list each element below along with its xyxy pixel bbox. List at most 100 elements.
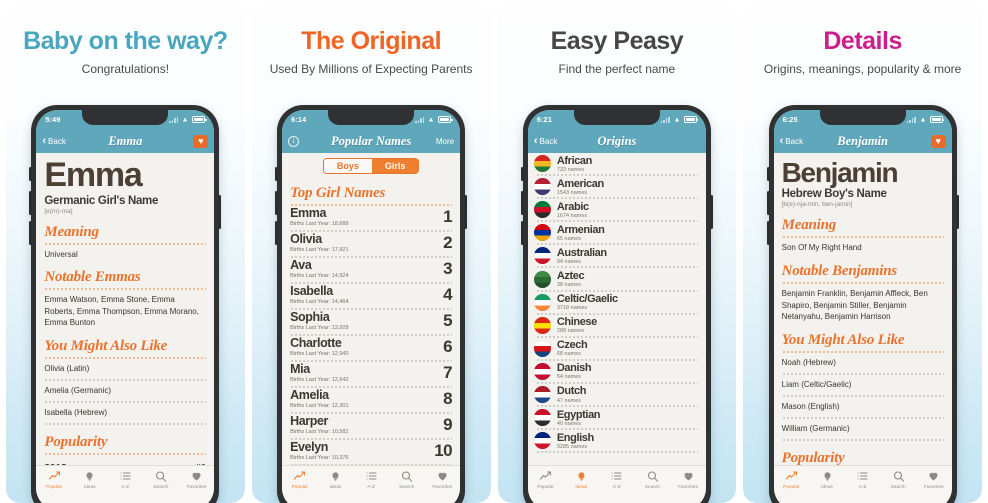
nav-right[interactable]: ♥ <box>912 134 946 148</box>
favorite-heart-button[interactable]: ♥ <box>930 134 946 148</box>
chart-line-icon[interactable] <box>528 469 564 483</box>
chart-line-icon[interactable] <box>36 469 72 483</box>
volume-button[interactable] <box>766 191 770 215</box>
lightbulb-icon[interactable] <box>563 469 599 483</box>
origin-row[interactable]: Czech 68 names <box>528 338 706 359</box>
tab-favorites[interactable]: Favorites <box>179 469 215 489</box>
volume-button[interactable] <box>766 167 770 181</box>
rank-row[interactable]: Emma Births Last Year: 18,688 1 <box>290 206 452 228</box>
volume-button[interactable] <box>29 167 33 181</box>
rank-row[interactable]: Olivia Births Last Year: 17,921 2 <box>290 232 452 254</box>
magnifier-icon[interactable] <box>389 469 425 483</box>
rank-row[interactable]: Harper Births Last Year: 10,582 9 <box>290 414 452 436</box>
origin-row[interactable]: Danish 54 names <box>528 361 706 382</box>
magnifier-icon[interactable] <box>143 469 179 483</box>
tab-search[interactable]: Search <box>880 469 916 489</box>
list-icon[interactable] <box>353 469 389 483</box>
origin-row[interactable]: American 1543 names <box>528 176 706 197</box>
tab-popular[interactable]: Popular <box>774 469 810 489</box>
origin-row[interactable]: Celtic/Gaelic 3718 names <box>528 292 706 313</box>
rank-row[interactable]: Sophia Births Last Year: 13,928 5 <box>290 310 452 332</box>
nav-right[interactable]: ♥ <box>174 134 209 148</box>
tab-search[interactable]: Search <box>143 469 179 489</box>
volume-button[interactable] <box>520 191 524 215</box>
origin-row[interactable]: English 9285 names <box>528 430 706 451</box>
rank-row[interactable]: Evelyn Births Last Year: 10,376 10 <box>290 440 452 462</box>
tab-a-z[interactable]: A-Z <box>353 469 389 489</box>
volume-button[interactable] <box>520 167 524 181</box>
origin-row[interactable]: Chinese 288 names <box>528 315 706 336</box>
heart-icon[interactable] <box>179 469 215 483</box>
volume-button[interactable] <box>275 167 279 181</box>
favorite-heart-button[interactable]: ♥ <box>193 134 209 148</box>
origin-row[interactable]: Aztec 38 names <box>528 268 706 289</box>
power-button[interactable] <box>709 195 713 229</box>
nav-left[interactable]: ‹ Back <box>780 135 814 147</box>
power-button[interactable] <box>218 195 222 229</box>
tab-popular[interactable]: Popular <box>528 469 564 489</box>
tab-a-z[interactable]: A-Z <box>108 469 144 489</box>
lightbulb-icon[interactable] <box>318 469 354 483</box>
lightbulb-icon[interactable] <box>809 469 845 483</box>
heart-icon[interactable] <box>670 469 706 483</box>
tab-favorites[interactable]: Favorites <box>916 469 952 489</box>
volume-button[interactable] <box>275 191 279 215</box>
tab-ideas[interactable]: Ideas <box>809 469 845 489</box>
volume-button[interactable] <box>766 221 770 245</box>
tab-popular[interactable]: Popular <box>36 469 72 489</box>
rank-row[interactable]: Amelia Births Last Year: 12,301 8 <box>290 388 452 410</box>
also-like-item[interactable]: William (Germanic) <box>782 419 944 437</box>
list-icon[interactable] <box>599 469 635 483</box>
tab-favorites[interactable]: Favorites <box>670 469 706 489</box>
also-like-item[interactable]: Mason (English) <box>782 397 944 415</box>
chart-line-icon[interactable] <box>282 469 318 483</box>
tab-ideas[interactable]: Ideas <box>563 469 599 489</box>
volume-button[interactable] <box>29 221 33 245</box>
tab-a-z[interactable]: A-Z <box>845 469 881 489</box>
also-like-item[interactable]: Olivia (Latin) <box>44 359 206 377</box>
origin-row[interactable]: Dutch 47 names <box>528 384 706 405</box>
magnifier-icon[interactable] <box>635 469 671 483</box>
tab-search[interactable]: Search <box>389 469 425 489</box>
volume-button[interactable] <box>275 221 279 245</box>
origin-row[interactable]: Arabic 1674 names <box>528 199 706 220</box>
nav-left[interactable]: ‹ Back <box>42 135 76 147</box>
origin-row[interactable]: Egyptian 40 names <box>528 407 706 428</box>
tab-popular[interactable]: Popular <box>282 469 318 489</box>
heart-icon[interactable] <box>916 469 952 483</box>
more-button[interactable]: More <box>436 137 454 146</box>
heart-icon[interactable] <box>425 469 461 483</box>
popularity-row[interactable]: 2018[18,688 Emmas Born] #1 <box>44 455 206 465</box>
nav-right[interactable]: More <box>420 137 454 146</box>
rank-row[interactable]: Ava Births Last Year: 14,924 3 <box>290 258 452 280</box>
info-icon[interactable]: i <box>288 135 300 147</box>
power-button[interactable] <box>955 195 959 229</box>
nav-left[interactable]: ‹ Back <box>534 135 568 147</box>
magnifier-icon[interactable] <box>880 469 916 483</box>
segment-boys[interactable]: Boys <box>323 159 372 173</box>
chart-line-icon[interactable] <box>774 469 810 483</box>
tab-favorites[interactable]: Favorites <box>425 469 461 489</box>
also-like-item[interactable]: Noah (Hebrew) <box>782 353 944 371</box>
rank-row[interactable]: Mia Births Last Year: 12,642 7 <box>290 362 452 384</box>
nav-left[interactable]: i <box>288 135 322 147</box>
segment-girls[interactable]: Girls <box>371 159 419 173</box>
rank-row[interactable]: Isabella Births Last Year: 14,464 4 <box>290 284 452 306</box>
also-like-item[interactable]: Isabella (Hebrew) <box>44 403 206 421</box>
tab-ideas[interactable]: Ideas <box>72 469 108 489</box>
list-icon[interactable] <box>108 469 144 483</box>
segmented-control[interactable]: Boys Girls <box>322 158 420 174</box>
tab-search[interactable]: Search <box>635 469 671 489</box>
also-like-item[interactable]: Liam (Celtic/Gaelic) <box>782 375 944 393</box>
origin-row[interactable]: Armenian 65 names <box>528 222 706 243</box>
also-like-item[interactable]: Amelia (Germanic) <box>44 381 206 399</box>
tab-a-z[interactable]: A-Z <box>599 469 635 489</box>
rank-row[interactable]: Charlotte Births Last Year: 12,940 6 <box>290 336 452 358</box>
lightbulb-icon[interactable] <box>72 469 108 483</box>
tab-ideas[interactable]: Ideas <box>318 469 354 489</box>
volume-button[interactable] <box>29 191 33 215</box>
volume-button[interactable] <box>520 221 524 245</box>
origin-row[interactable]: Australian 94 names <box>528 245 706 266</box>
origin-row[interactable]: African 733 names <box>528 153 706 174</box>
power-button[interactable] <box>464 195 468 229</box>
